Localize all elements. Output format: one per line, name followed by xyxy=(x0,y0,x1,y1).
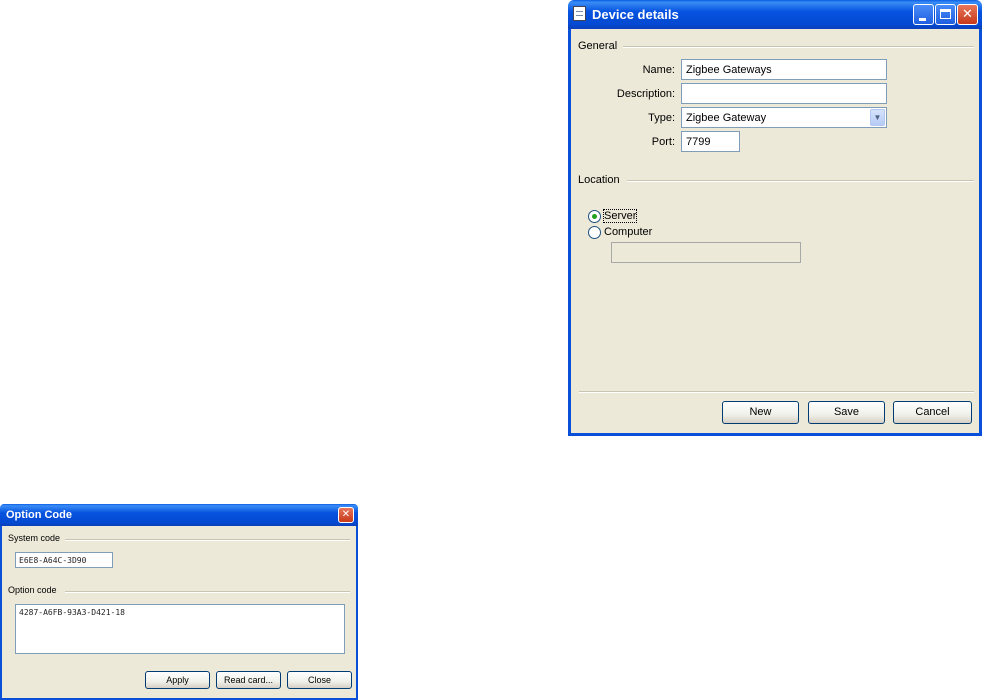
option-code-divider xyxy=(65,591,350,593)
cancel-button[interactable]: Cancel xyxy=(893,401,972,424)
save-button[interactable]: Save xyxy=(808,401,885,424)
device-details-body: General Name: Zigbee Gateways Descriptio… xyxy=(568,29,982,436)
close-button[interactable]: ✕ xyxy=(957,4,978,25)
window-title: Device details xyxy=(592,7,679,22)
device-details-titlebar[interactable]: Device details ✕ xyxy=(568,0,982,29)
option-code-input[interactable]: 4287-A6FB-93A3-D421-18 xyxy=(15,604,345,654)
system-code-group-title: System code xyxy=(8,533,61,543)
close-icon: ✕ xyxy=(341,509,351,520)
system-code-field[interactable]: E6E8-A64C-3D90 xyxy=(15,552,113,568)
cancel-button-label: Cancel xyxy=(915,406,950,418)
minimize-icon xyxy=(919,18,926,21)
option-code-titlebar[interactable]: Option Code ✕ xyxy=(0,504,358,526)
window-title: Option Code xyxy=(6,509,72,521)
server-radio-label: Server xyxy=(602,209,638,223)
option-code-window: Option Code ✕ System code E6E8-A64C-3D90… xyxy=(0,504,358,700)
location-group-title: Location xyxy=(578,174,620,186)
read-card-button-label: Read card... xyxy=(223,675,274,685)
general-divider xyxy=(623,46,974,48)
document-icon xyxy=(573,6,586,21)
general-group-title: General xyxy=(578,40,618,52)
computer-radio-label: Computer xyxy=(604,226,653,238)
apply-button-label: Apply xyxy=(166,675,189,685)
button-bar-divider xyxy=(579,391,974,393)
maximize-icon xyxy=(940,9,951,19)
type-selected-value: Zigbee Gateway xyxy=(686,112,767,124)
description-input[interactable] xyxy=(681,83,887,104)
chevron-down-icon[interactable]: ▼ xyxy=(870,109,885,126)
close-button[interactable]: ✕ xyxy=(338,507,354,523)
computer-radio[interactable] xyxy=(588,226,601,239)
port-label: Port: xyxy=(651,136,675,148)
apply-button[interactable]: Apply xyxy=(145,671,210,689)
computer-name-input xyxy=(611,242,801,263)
maximize-button[interactable] xyxy=(935,4,956,25)
minimize-button[interactable] xyxy=(913,4,934,25)
type-select[interactable]: Zigbee Gateway ▼ xyxy=(681,107,887,128)
read-card-button[interactable]: Read card... xyxy=(216,671,281,689)
option-code-group-title: Option code xyxy=(8,585,57,595)
type-label: Type: xyxy=(648,112,675,124)
device-details-window: Device details ✕ General Name: Zigbee Ga… xyxy=(568,0,982,436)
close-dialog-button-label: Close xyxy=(307,675,331,685)
description-label: Description: xyxy=(616,88,675,100)
location-divider xyxy=(627,180,974,182)
server-radio[interactable] xyxy=(588,210,601,223)
name-label: Name: xyxy=(642,64,675,76)
close-dialog-button[interactable]: Close xyxy=(287,671,352,689)
name-input[interactable]: Zigbee Gateways xyxy=(681,59,887,80)
close-icon: ✕ xyxy=(962,7,973,22)
option-code-body: System code E6E8-A64C-3D90 Option code 4… xyxy=(0,526,358,700)
save-button-label: Save xyxy=(833,406,860,418)
system-code-divider xyxy=(65,539,350,541)
port-input[interactable]: 7799 xyxy=(681,131,740,152)
new-button[interactable]: New xyxy=(722,401,799,424)
new-button-label: New xyxy=(749,406,772,418)
